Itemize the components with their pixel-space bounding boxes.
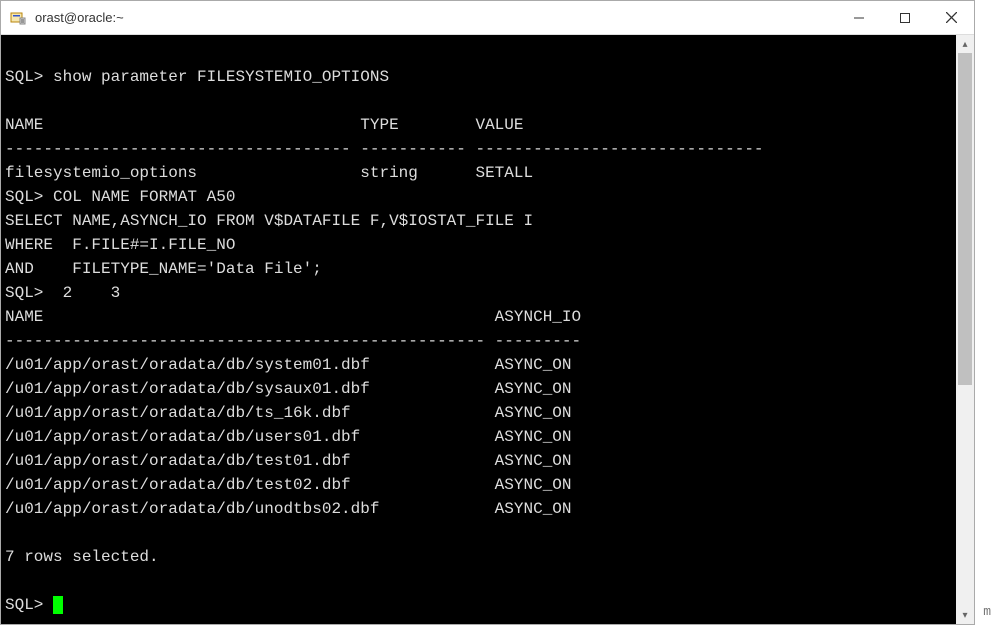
putty-icon xyxy=(9,9,27,27)
stray-character: m xyxy=(983,604,991,619)
scrollbar[interactable]: ▴ ▾ xyxy=(956,35,974,624)
maximize-button[interactable] xyxy=(882,1,928,34)
terminal-wrap: SQL> show parameter FILESYSTEMIO_OPTIONS… xyxy=(1,35,974,624)
terminal[interactable]: SQL> show parameter FILESYSTEMIO_OPTIONS… xyxy=(1,35,956,624)
titlebar[interactable]: orast@oracle:~ xyxy=(1,1,974,35)
app-window: orast@oracle:~ SQL> show parameter FILES… xyxy=(0,0,975,625)
scroll-up-icon[interactable]: ▴ xyxy=(956,35,974,53)
scroll-thumb[interactable] xyxy=(958,53,972,385)
close-button[interactable] xyxy=(928,1,974,34)
scroll-track[interactable] xyxy=(956,53,974,606)
window-controls xyxy=(836,1,974,34)
minimize-button[interactable] xyxy=(836,1,882,34)
scroll-down-icon[interactable]: ▾ xyxy=(956,606,974,624)
window-title: orast@oracle:~ xyxy=(35,10,836,25)
cursor xyxy=(53,596,63,614)
